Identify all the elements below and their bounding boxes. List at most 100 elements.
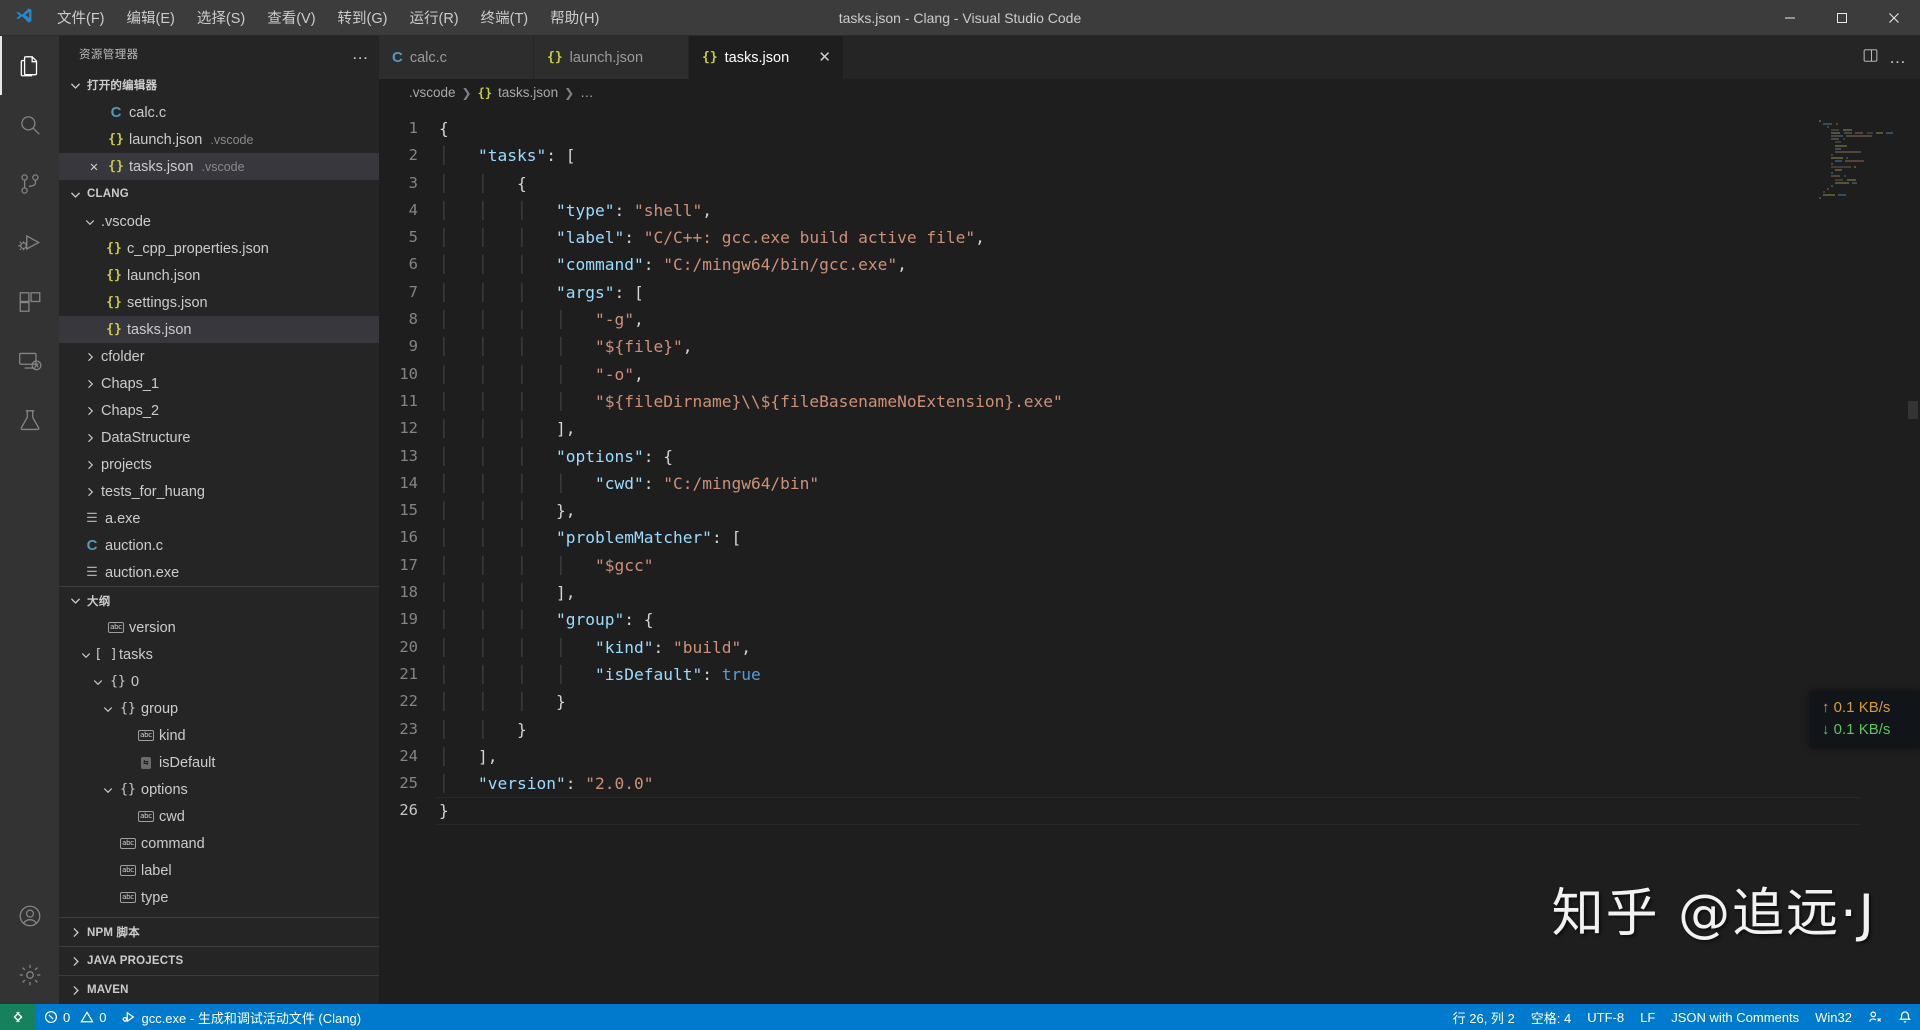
menu-run[interactable]: 运行(R) (398, 0, 469, 36)
vertical-scrollbar[interactable] (1906, 106, 1920, 1004)
eol-status[interactable]: LF (1632, 1004, 1663, 1030)
folder-tests-for-huang[interactable]: tests_for_huang (59, 478, 379, 505)
file-c-cpp-properties-json[interactable]: {} c_cpp_properties.json (59, 235, 379, 262)
outline-label-item[interactable]: abc label (59, 857, 379, 884)
section-npm-scripts[interactable]: NPM 脚本 (59, 917, 379, 946)
code-line[interactable]: │ │ │ "label": "C/C++: gcc.exe build act… (435, 224, 1920, 251)
close-button[interactable] (1868, 0, 1920, 36)
code-line[interactable]: │ "tasks": [ (435, 142, 1920, 169)
minimize-button[interactable] (1764, 0, 1816, 36)
code-line[interactable]: │ │ │ "command": "C:/mingw64/bin/gcc.exe… (435, 251, 1920, 278)
breadcrumb-vscode[interactable]: .vscode (409, 85, 456, 100)
activity-testing[interactable] (0, 390, 59, 449)
code-line[interactable]: │ │ │ "problemMatcher": [ (435, 524, 1920, 551)
code-line[interactable]: │ │ │ }, (435, 497, 1920, 524)
sidebar-more-actions-button[interactable]: … (352, 48, 369, 60)
open-editor-calc-c[interactable]: C calc.c (59, 99, 379, 126)
code-line[interactable]: │ │ │ │ "-o", (435, 361, 1920, 388)
menu-edit[interactable]: 编辑(E) (116, 0, 186, 36)
file-auction-exe[interactable]: ☰ auction.exe (59, 559, 379, 586)
code-line[interactable]: │ │ │ ], (435, 579, 1920, 606)
code-line[interactable]: │ │ │ │ "-g", (435, 306, 1920, 333)
outline-kind[interactable]: abc kind (59, 722, 379, 749)
outline-command[interactable]: abc command (59, 830, 379, 857)
code-line[interactable]: │ "version": "2.0.0" (435, 770, 1920, 797)
menu-help[interactable]: 帮助(H) (539, 0, 610, 36)
menu-go[interactable]: 转到(G) (327, 0, 399, 36)
problems-status[interactable]: 0 0 (36, 1004, 114, 1030)
section-workspace-clang[interactable]: CLANG (59, 180, 379, 208)
code-line[interactable]: │ ], (435, 743, 1920, 770)
activity-search[interactable] (0, 95, 59, 154)
tab-calc-c[interactable]: C calc.c (379, 36, 534, 79)
file-tasks-json[interactable]: {} tasks.json (59, 316, 379, 343)
section-maven[interactable]: MAVEN (59, 975, 379, 1004)
split-editor-icon[interactable] (1862, 47, 1879, 69)
indentation-status[interactable]: 空格: 4 (1523, 1004, 1579, 1030)
outline-isdefault[interactable]: ⇆ isDefault (59, 749, 379, 776)
outline-type[interactable]: abc type (59, 884, 379, 911)
menu-selection[interactable]: 选择(S) (186, 0, 256, 36)
code-line[interactable]: │ │ │ │ "$gcc" (435, 552, 1920, 579)
open-editor-tasks-json[interactable]: ✕ {} tasks.json .vscode (59, 153, 379, 180)
activity-explorer[interactable] (0, 36, 59, 95)
code-line[interactable]: │ │ │ "group": { (435, 606, 1920, 633)
menu-view[interactable]: 查看(V) (256, 0, 326, 36)
file-launch-json[interactable]: {} launch.json (59, 262, 379, 289)
encoding-status[interactable]: UTF-8 (1579, 1004, 1632, 1030)
activity-accounts[interactable] (0, 886, 59, 945)
build-task-status[interactable]: gcc.exe - 生成和调试活动文件 (Clang) (114, 1004, 369, 1030)
remote-window-button[interactable] (0, 1004, 36, 1030)
tab-launch-json[interactable]: {} launch.json (534, 36, 689, 79)
folder-chaps-2[interactable]: Chaps_2 (59, 397, 379, 424)
breadcrumb-tasks-json[interactable]: tasks.json (498, 85, 558, 100)
tab-tasks-json[interactable]: {} tasks.json ✕ (689, 36, 844, 79)
code-line[interactable]: │ │ │ │ "cwd": "C:/mingw64/bin" (435, 470, 1920, 497)
code-line[interactable]: │ │ │ │ "kind": "build", (435, 634, 1920, 661)
activity-remote-explorer[interactable] (0, 331, 59, 390)
outline-options[interactable]: {} options (59, 776, 379, 803)
code-line[interactable]: │ │ │ │ "isDefault": true (435, 661, 1920, 688)
code-line[interactable]: │ │ │ │ "${fileDirname}\\${fileBasenameN… (435, 388, 1920, 415)
bell-icon[interactable] (1890, 1004, 1920, 1030)
file-settings-json[interactable]: {} settings.json (59, 289, 379, 316)
feedback-icon[interactable] (1860, 1004, 1890, 1030)
code-line[interactable]: { (435, 115, 1920, 142)
folder-chaps-1[interactable]: Chaps_1 (59, 370, 379, 397)
folder-cfolder[interactable]: cfolder (59, 343, 379, 370)
maximize-button[interactable] (1816, 0, 1868, 36)
code-line[interactable]: │ │ } (435, 716, 1920, 743)
folder-projects[interactable]: projects (59, 451, 379, 478)
file-auction-c[interactable]: C auction.c (59, 532, 379, 559)
activity-run-debug[interactable] (0, 213, 59, 272)
outline-tasks[interactable]: [ ] tasks (59, 641, 379, 668)
tab-close-icon[interactable]: ✕ (804, 51, 831, 65)
menu-terminal[interactable]: 终端(T) (470, 0, 540, 36)
code-line[interactable]: │ │ │ │ "${file}", (435, 333, 1920, 360)
code-line[interactable]: } (435, 797, 1920, 824)
activity-settings[interactable] (0, 945, 59, 1004)
section-java-projects[interactable]: JAVA PROJECTS (59, 946, 379, 975)
open-editor-launch-json[interactable]: {} launch.json .vscode (59, 126, 379, 153)
cursor-position-status[interactable]: 行 26, 列 2 (1445, 1004, 1523, 1030)
close-icon[interactable]: ✕ (83, 159, 105, 175)
outline-version[interactable]: abc version (59, 614, 379, 641)
code-line[interactable]: │ │ │ "args": [ (435, 279, 1920, 306)
platform-status[interactable]: Win32 (1807, 1004, 1860, 1030)
activity-source-control[interactable] (0, 154, 59, 213)
code-line[interactable]: │ │ │ } (435, 688, 1920, 715)
outline-group[interactable]: {} group (59, 695, 379, 722)
code-line[interactable]: │ │ │ "options": { (435, 443, 1920, 470)
section-outline[interactable]: 大纲 (59, 586, 379, 614)
code-line[interactable]: │ │ │ "type": "shell", (435, 197, 1920, 224)
ellipsis-icon[interactable]: … (1889, 53, 1906, 63)
language-mode-status[interactable]: JSON with Comments (1663, 1004, 1807, 1030)
folder-vscode[interactable]: .vscode (59, 208, 379, 235)
outline-tasks-0[interactable]: {} 0 (59, 668, 379, 695)
outline-cwd[interactable]: abc cwd (59, 803, 379, 830)
breadcrumb-more[interactable]: … (580, 85, 594, 100)
code-line[interactable]: │ │ │ ], (435, 415, 1920, 442)
code-line[interactable]: │ │ { (435, 170, 1920, 197)
code-editor[interactable]: 1234567891011121314151617181920212223242… (379, 106, 1920, 1004)
folder-datastructure[interactable]: DataStructure (59, 424, 379, 451)
